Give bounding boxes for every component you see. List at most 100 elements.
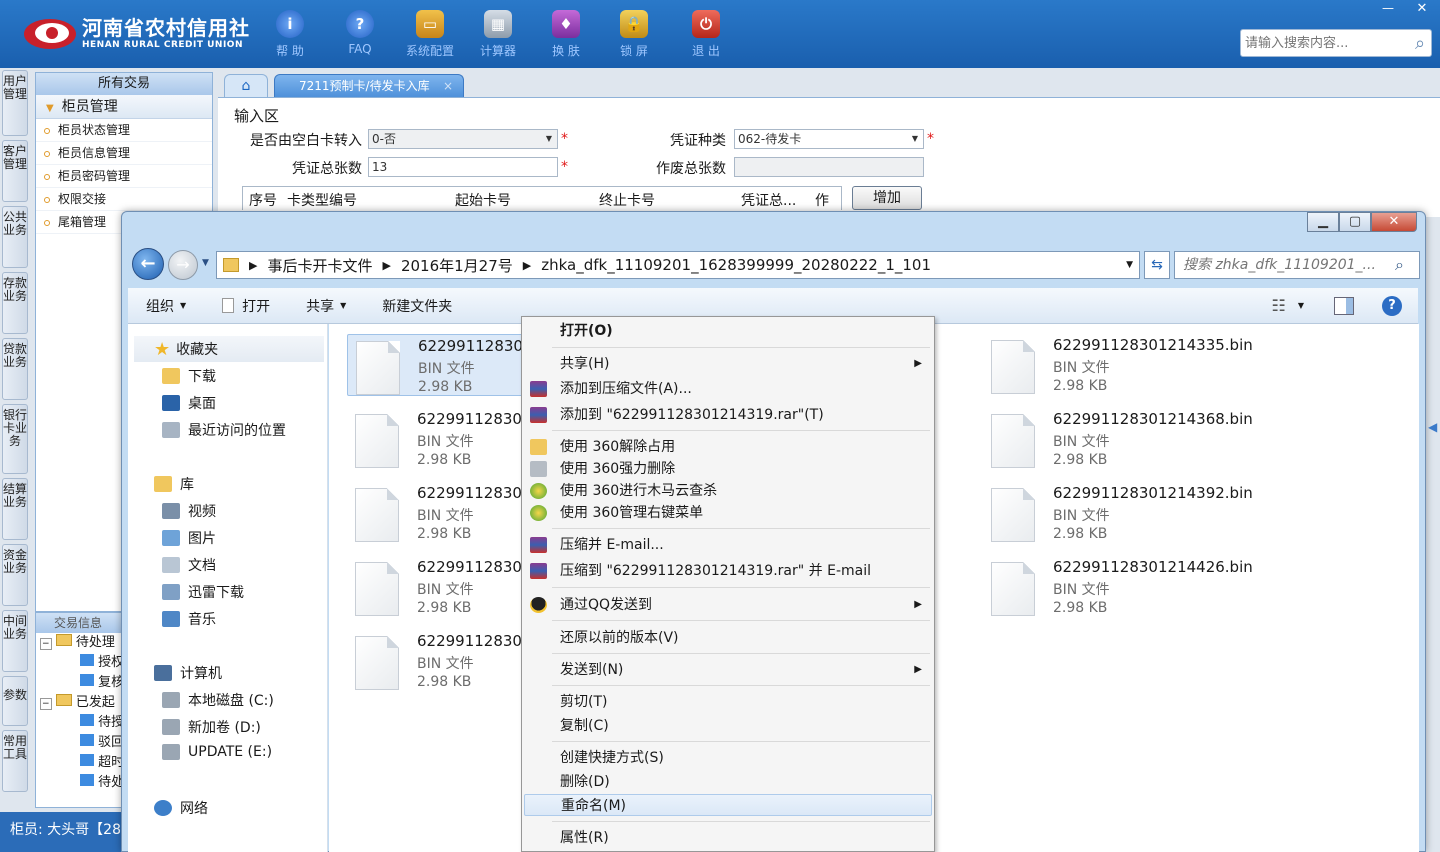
left-tab-settlement[interactable]: 结算业务	[2, 478, 28, 540]
left-tab-customer[interactable]: 客户管理	[2, 140, 28, 202]
ctx-share[interactable]: 共享(H) ▶	[524, 353, 932, 375]
side-collapse-handle[interactable]: ◀	[1428, 420, 1440, 460]
ctx-360-force-delete[interactable]: 使用 360强力删除	[524, 458, 932, 480]
lock-screen-button[interactable]: 🔒 锁 屏	[602, 8, 666, 64]
faq-button[interactable]: ? FAQ	[328, 8, 392, 64]
explorer-search-box[interactable]: ⌕	[1174, 251, 1420, 279]
ctx-360-trojan-scan[interactable]: 使用 360进行木马云查杀	[524, 480, 932, 502]
nav-desktop[interactable]: 桌面	[162, 393, 216, 413]
ctx-add-to-archive[interactable]: 添加到压缩文件(A)...	[524, 378, 932, 400]
menu-item-teller-info[interactable]: 柜员信息管理	[36, 142, 212, 165]
share-button[interactable]: 共享 ▼	[306, 296, 346, 316]
file-item[interactable]: 622991128301214368.bin BIN 文件 2.98 KB	[983, 408, 1253, 470]
nav-recent[interactable]: 最近访问的位置	[162, 420, 286, 440]
close-button[interactable]: ✕	[1406, 0, 1438, 18]
nav-drive-c[interactable]: 本地磁盘 (C:)	[162, 690, 274, 710]
ctx-cut[interactable]: 剪切(T)	[524, 691, 932, 713]
forward-button[interactable]: →	[168, 250, 198, 280]
nav-network[interactable]: 网络	[154, 798, 208, 818]
ctx-copy[interactable]: 复制(C)	[524, 715, 932, 737]
menu-group-teller[interactable]: ▼ 柜员管理	[36, 95, 212, 119]
preview-pane-button[interactable]	[1334, 296, 1354, 315]
blank-card-select[interactable]: 0-否 ▼	[368, 129, 558, 149]
left-tab-bankcard[interactable]: 银行卡业务	[2, 404, 28, 474]
tab-close-icon[interactable]: ×	[443, 75, 453, 97]
search-input[interactable]	[1241, 31, 1415, 55]
add-button[interactable]: 增加	[852, 186, 922, 210]
help-button[interactable]: i 帮 助	[258, 8, 322, 64]
ctx-restore-versions[interactable]: 还原以前的版本(V)	[524, 627, 932, 649]
left-tab-intermediary[interactable]: 中间业务	[2, 610, 28, 672]
view-options-button[interactable]: ☷ ▼	[1272, 296, 1305, 315]
nav-downloads[interactable]: 下载	[162, 366, 216, 386]
nav-pictures[interactable]: 图片	[162, 528, 216, 548]
ctx-360-unlock[interactable]: 使用 360解除占用	[524, 436, 932, 458]
breadcrumb-item[interactable]: 事后卡开卡文件	[267, 255, 372, 276]
left-tab-user[interactable]: 用户管理	[2, 70, 28, 136]
address-bar[interactable]: ▶ 事后卡开卡文件 ▶ 2016年1月27号 ▶ zhka_dfk_111092…	[216, 251, 1140, 279]
left-tab-params[interactable]: 参数	[2, 676, 28, 726]
voucher-type-select[interactable]: 062-待发卡 ▼	[734, 129, 924, 149]
help-circle-button[interactable]: ?	[1382, 295, 1402, 316]
open-button[interactable]: 打开	[222, 296, 270, 316]
void-count-input[interactable]	[734, 157, 924, 177]
nav-videos[interactable]: 视频	[162, 501, 216, 521]
left-tab-loan[interactable]: 贷款业务	[2, 338, 28, 400]
file-item[interactable]: 622991128301214335.bin BIN 文件 2.98 KB	[983, 334, 1253, 396]
ctx-delete[interactable]: 删除(D)	[524, 771, 932, 793]
exit-button[interactable]: ⏻ 退 出	[674, 8, 738, 64]
nav-libraries[interactable]: 库	[154, 474, 194, 494]
ctx-send-via-qq[interactable]: 通过QQ发送到 ▶	[524, 594, 932, 616]
ctx-add-to-rar[interactable]: 添加到 "622991128301214319.rar"(T)	[524, 404, 932, 426]
total-count-input[interactable]: 13	[368, 157, 558, 177]
left-tab-fund[interactable]: 资金业务	[2, 544, 28, 606]
explorer-maximize-button[interactable]: ▢	[1339, 212, 1371, 232]
nav-music[interactable]: 音乐	[162, 609, 216, 629]
folder-blue-icon	[80, 774, 94, 786]
ctx-compress-rar-email[interactable]: 压缩到 "622991128301214319.rar" 并 E-mail	[524, 560, 932, 582]
system-config-button[interactable]: ▭ 系统配置	[398, 8, 462, 64]
nav-drive-d[interactable]: 新加卷 (D:)	[162, 717, 261, 737]
left-tab-tools[interactable]: 常用工具	[2, 730, 28, 792]
ctx-open[interactable]: 打开(O)	[524, 320, 932, 342]
nav-favorites[interactable]: ★ 收藏夹	[134, 336, 324, 362]
organize-button[interactable]: 组织 ▼	[146, 296, 186, 316]
nav-documents[interactable]: 文档	[162, 555, 216, 575]
ctx-rename[interactable]: 重命名(M)	[524, 794, 932, 816]
search-icon[interactable]: ⌕	[1395, 255, 1419, 275]
menu-item-teller-password[interactable]: 柜员密码管理	[36, 165, 212, 188]
minimize-button[interactable]: —	[1372, 0, 1404, 18]
explorer-minimize-button[interactable]: ▁	[1307, 212, 1339, 232]
nav-thunder-download[interactable]: 迅雷下载	[162, 582, 244, 602]
menu-item-permission-handover[interactable]: 权限交接	[36, 188, 212, 211]
ctx-360-manage-menu[interactable]: 使用 360管理右键菜单	[524, 502, 932, 524]
breadcrumb-item[interactable]: 2016年1月27号	[401, 255, 513, 276]
calculator-button[interactable]: ▦ 计算器	[466, 8, 530, 64]
explorer-search-input[interactable]	[1175, 253, 1395, 277]
ctx-properties[interactable]: 属性(R)	[524, 827, 932, 849]
search-box[interactable]: ⌕	[1240, 29, 1432, 57]
back-button[interactable]: ←	[132, 248, 164, 280]
ctx-send-to[interactable]: 发送到(N) ▶	[524, 659, 932, 681]
tab-home[interactable]: ⌂	[224, 74, 268, 98]
address-dropdown-icon[interactable]: ▼	[1126, 260, 1133, 270]
history-dropdown-icon[interactable]: ▼	[202, 258, 209, 268]
ctx-create-shortcut[interactable]: 创建快捷方式(S)	[524, 747, 932, 769]
explorer-close-button[interactable]: ✕	[1371, 212, 1417, 232]
left-tab-deposit[interactable]: 存款业务	[2, 272, 28, 334]
breadcrumb-item[interactable]: zhka_dfk_11109201_1628399999_20280222_1_…	[541, 256, 931, 274]
ctx-compress-email[interactable]: 压缩并 E-mail...	[524, 534, 932, 556]
skin-button[interactable]: ♦ 换 肤	[534, 8, 598, 64]
menu-item-teller-status[interactable]: 柜员状态管理	[36, 119, 212, 142]
tab-card-stock-in[interactable]: 7211预制卡/待发卡入库 ×	[274, 74, 464, 98]
ctx-label: 重命名(M)	[561, 798, 627, 814]
file-item[interactable]: 622991128301214392.bin BIN 文件 2.98 KB	[983, 482, 1253, 544]
video-library-icon	[162, 503, 180, 519]
refresh-button[interactable]: ⇆	[1144, 251, 1170, 279]
new-folder-button[interactable]: 新建文件夹	[382, 296, 452, 316]
left-tab-public[interactable]: 公共业务	[2, 206, 28, 268]
search-icon[interactable]: ⌕	[1415, 33, 1431, 54]
file-item[interactable]: 622991128301214426.bin BIN 文件 2.98 KB	[983, 556, 1253, 618]
nav-computer[interactable]: 计算机	[154, 663, 222, 683]
nav-drive-e[interactable]: UPDATE (E:)	[162, 744, 272, 760]
